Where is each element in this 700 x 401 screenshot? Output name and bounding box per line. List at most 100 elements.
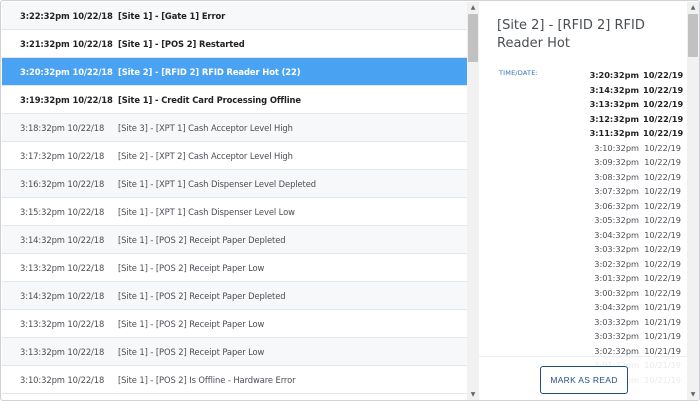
scroll-down-arrow-icon[interactable]: ▼ — [467, 389, 479, 400]
notification-row[interactable]: 3:13:32pm 10/22/18 [Site 1] - [POS 2] Rec… — [2, 310, 467, 338]
occurrence-entry: 3:04:32pm 10/21/19 — [590, 300, 681, 315]
notification-row[interactable]: 3:16:32pm 10/22/18 [Site 1] - [XPT 1] Cas… — [2, 170, 467, 198]
occurrence-entry: 3:05:32pm 10/22/19 — [590, 213, 681, 228]
occurrence-time: 3:06:32pm — [594, 200, 639, 211]
occurrence-date: 10/22/19 — [643, 113, 684, 124]
notification-message: [Site 2] - [RFID 2] RFID Reader Hot (22) — [118, 66, 301, 77]
notification-time: 3:19:32pm 10/22/18 — [20, 94, 113, 105]
occurrence-date: 10/22/19 — [644, 215, 681, 225]
occurrence-date: 10/22/19 — [643, 84, 684, 95]
notification-time: 3:17:32pm 10/22/18 — [20, 150, 105, 161]
scroll-up-arrow-icon[interactable]: ▲ — [687, 2, 699, 14]
occurrence-date: 10/22/19 — [644, 229, 681, 240]
notification-message: [Site 1] - [POS 2] Is Offline - Hardware… — [118, 374, 296, 385]
notification-message: [Site 1] - [POS 2] Receipt Paper Deplete… — [118, 234, 286, 245]
notification-list: 3:22:32pm 10/22/18 [Site 1] - [Gate 1] Er… — [2, 2, 467, 400]
notification-row[interactable]: 3:17:32pm 10/22/18 [Site 2] - [XPT 2] Cas… — [2, 142, 467, 170]
notifications-panel: 3:22:32pm 10/22/18 [Site 1] - [Gate 1] Er… — [0, 0, 700, 401]
occurrence-entry: 3:12:32pm 10/22/19 — [590, 112, 684, 127]
occurrence-time: 3:03:32pm — [594, 331, 639, 341]
detail-footer: MARK AS READ — [479, 356, 687, 400]
occurrence-date: 10/21/19 — [644, 302, 681, 312]
notification-row[interactable]: 3:18:32pm 10/22/18 [Site 3] - [XPT 1] Cas… — [2, 114, 467, 142]
occurrence-date: 10/22/19 — [643, 99, 684, 109]
occurrence-entry: 3:10:32pm 10/22/19 — [590, 141, 681, 156]
occurrence-time: 3:13:32pm — [589, 99, 639, 109]
list-scrollbar[interactable]: ▲ ▼ — [467, 2, 479, 400]
notification-message: [Site 1] - [XPT 1] Cash Dispenser Level … — [118, 178, 317, 189]
notification-message: [Site 1] - [POS 2] Restarted — [118, 38, 245, 49]
occurrence-times: 3:20:32pm 10/22/19 3:14:32pm 10/22/19 3:13:3… — [589, 68, 684, 387]
occurrence-entry: 3:13:32pm 10/22/19 — [589, 97, 684, 112]
occurrence-time: 3:01:32pm — [594, 273, 639, 283]
notification-time: 3:10:32pm 10/22/18 — [20, 374, 105, 385]
occurrence-entry: 3:07:32pm 10/22/19 — [590, 184, 681, 199]
occurrence-entry: 3:04:32pm 10/22/19 — [590, 228, 681, 243]
occurrence-entry: 3:09:32pm 10/22/19 — [590, 155, 681, 170]
notification-time: 3:14:32pm 10/22/18 — [20, 234, 105, 245]
occurrence-time: 3:02:32pm — [594, 345, 639, 356]
notification-row[interactable]: 3:15:32pm 10/22/18 [Site 1] - [XPT 1] Cas… — [2, 198, 467, 226]
notification-row[interactable]: 3:21:32pm 10/22/18 [Site 1] - [POS 2] Res… — [2, 30, 467, 58]
notification-time: 3:21:32pm 10/22/18 — [20, 38, 113, 49]
scroll-up-arrow-icon[interactable]: ▲ — [467, 2, 479, 14]
occurrence-entry: 3:08:32pm 10/22/19 — [590, 170, 681, 185]
occurrence-date: 10/22/19 — [644, 287, 681, 298]
notification-row[interactable]: 3:20:32pm 10/22/18 [Site 2] - [RFID 2] RF… — [2, 58, 467, 86]
notification-time: 3:14:32pm 10/22/18 — [20, 290, 105, 301]
notification-row[interactable]: 3:19:32pm 10/22/18 [Site 1] - Credit Card… — [2, 86, 467, 114]
occurrence-time: 3:14:32pm — [589, 84, 639, 95]
notification-row[interactable]: 3:14:32pm 10/22/18 [Site 1] - [POS 2] Rec… — [2, 226, 467, 254]
occurrence-time: 3:04:32pm — [594, 302, 639, 312]
occurrence-time: 3:09:32pm — [594, 157, 639, 167]
notification-message: [Site 1] - [Gate 1] Error — [118, 10, 226, 21]
occurrence-date: 10/22/19 — [644, 171, 681, 182]
occurrence-date: 10/22/19 — [644, 258, 681, 269]
scroll-down-arrow-icon[interactable]: ▼ — [687, 389, 699, 400]
notification-message: [Site 2] - [XPT 2] Cash Acceptor Level H… — [118, 150, 293, 161]
occurrence-date: 10/21/19 — [644, 331, 681, 341]
occurrence-date: 10/22/19 — [644, 142, 681, 153]
notification-row[interactable]: 3:13:32pm 10/22/18 [Site 1] - [POS 2] Rec… — [2, 338, 467, 366]
occurrence-date: 10/21/19 — [644, 316, 681, 327]
occurrence-date: 10/22/19 — [644, 244, 681, 254]
occurrence-entry: 3:11:32pm 10/22/19 — [589, 126, 684, 141]
occurrence-time: 3:07:32pm — [594, 186, 639, 196]
notification-message: [Site 1] - [POS 2] Receipt Paper Low — [118, 262, 265, 273]
occurrence-time: 3:08:32pm — [594, 171, 639, 182]
notification-time: 3:20:32pm 10/22/18 — [20, 66, 113, 77]
occurrence-time: 3:20:32pm — [589, 70, 639, 80]
occurrence-time: 3:10:32pm — [594, 142, 639, 153]
occurrence-time: 3:11:32pm — [589, 128, 639, 138]
detail-scrollbar[interactable]: ▲ ▼ — [687, 2, 699, 400]
notification-time: 3:13:32pm 10/22/18 — [20, 346, 105, 357]
occurrence-date: 10/22/19 — [643, 128, 684, 138]
occurrence-time: 3:04:32pm — [594, 229, 639, 240]
notification-message: [Site 3] - [XPT 1] Cash Acceptor Level H… — [118, 122, 293, 133]
occurrence-entry: 3:00:32pm 10/22/19 — [590, 286, 681, 301]
notification-row[interactable]: 3:10:32pm 10/22/18 [Site 1] - [POS 2] Is … — [2, 366, 467, 394]
occurrence-entry: 3:06:32pm 10/22/19 — [590, 199, 681, 214]
occurrence-entry: 3:01:32pm 10/22/19 — [590, 271, 681, 286]
occurrence-date: 10/22/19 — [644, 273, 681, 283]
notification-row[interactable]: 3:22:32pm 10/22/18 [Site 1] - [Gate 1] Er… — [2, 2, 467, 30]
occurrence-date: 10/22/19 — [644, 200, 681, 211]
notification-message: [Site 1] - Credit Card Processing Offlin… — [118, 94, 301, 105]
occurrence-entry: 3:03:32pm 10/22/19 — [590, 242, 681, 257]
notification-time: 3:16:32pm 10/22/18 — [20, 178, 105, 189]
occurrence-date: 10/22/19 — [643, 70, 684, 80]
time-date-label: TIME/DATE: — [499, 69, 538, 77]
notification-time: 3:15:32pm 10/22/18 — [20, 206, 105, 217]
occurrence-entry: 3:14:32pm 10/22/19 — [589, 83, 684, 98]
notification-message: [Site 1] - [XPT 1] Cash Dispenser Level … — [118, 206, 295, 217]
notification-row[interactable]: 3:14:32pm 10/22/18 [Site 1] - [POS 2] Rec… — [2, 282, 467, 310]
detail-scroll-thumb[interactable] — [688, 14, 698, 57]
notification-time: 3:13:32pm 10/22/18 — [20, 262, 105, 273]
occurrence-entry: 3:03:32pm 10/21/19 — [590, 329, 681, 344]
notification-row[interactable]: 3:13:32pm 10/22/18 [Site 1] - [POS 2] Rec… — [2, 254, 467, 282]
occurrence-time: 3:05:32pm — [594, 215, 639, 225]
notification-message: [Site 1] - [POS 2] Receipt Paper Low — [118, 346, 265, 357]
mark-as-read-button[interactable]: MARK AS READ — [540, 366, 628, 394]
notification-time: 3:13:32pm 10/22/18 — [20, 318, 105, 329]
list-scroll-thumb[interactable] — [468, 14, 478, 62]
